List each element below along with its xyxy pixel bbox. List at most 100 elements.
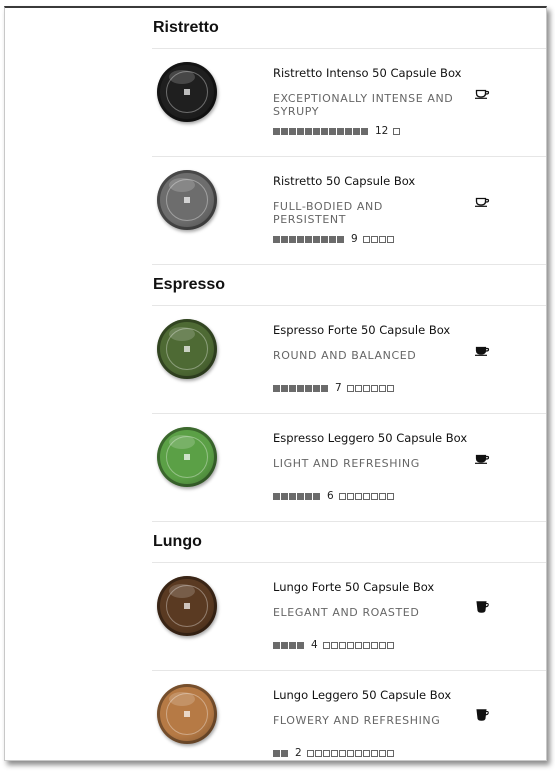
product-row[interactable]: Ristretto 50 Capsule Box FULL-BODIED AND… [152,157,546,265]
product-name[interactable]: Espresso Leggero 50 Capsule Box [273,431,467,445]
capsule-image[interactable] [157,576,217,636]
intensity-bars [273,235,344,243]
intensity-empty-box [362,235,370,243]
product-row[interactable]: Espresso Forte 50 Capsule Box ROUND AND … [152,306,546,414]
intensity-bars [273,492,320,500]
capsule-image[interactable] [157,319,217,379]
intensity-empty-box [370,641,378,649]
espresso-cup-icon [475,197,490,207]
intensity-empty-box [346,492,354,500]
intensity-empty-box [354,384,362,392]
intensity-empty-box [378,235,386,243]
capsule-image[interactable] [157,62,217,122]
intensity-empty-box [386,235,394,243]
intensity-bar [297,235,304,243]
product-list-window: Ristretto Ristretto Intenso 50 Capsule B… [4,6,547,761]
product-name[interactable]: Ristretto 50 Capsule Box [273,174,415,188]
intensity-bars [273,749,288,757]
intensity-bar [281,492,288,500]
product-description: FULL-BODIED AND PERSISTENT [273,200,383,226]
intensity-scale: 4 [273,639,394,651]
intensity-empty-box [378,641,386,649]
intensity-empty-boxes [338,492,394,500]
intensity-bar [305,127,312,135]
intensity-scale: 12 [273,125,401,137]
intensity-empty-box [346,641,354,649]
section-title-lungo: Lungo [152,522,546,563]
intensity-bar [305,384,312,392]
intensity-bar [273,492,280,500]
intensity-empty-box [378,749,386,757]
intensity-scale: 7 [273,382,394,394]
intensity-empty-box [330,749,338,757]
intensity-bar [313,127,320,135]
product-name[interactable]: Lungo Forte 50 Capsule Box [273,580,434,594]
intensity-bar [273,641,280,649]
intensity-bar [321,127,328,135]
product-row[interactable]: Espresso Leggero 50 Capsule Box LIGHT AN… [152,414,546,522]
intensity-empty-box [354,641,362,649]
intensity-bar [273,235,280,243]
intensity-number: 12 [375,125,389,137]
product-row[interactable]: Lungo Leggero 50 Capsule Box FLOWERY AND… [152,671,546,778]
intensity-bar [345,127,352,135]
product-description: ELEGANT AND ROASTED [273,606,420,619]
intensity-empty-box [306,749,314,757]
intensity-empty-box [362,492,370,500]
product-name[interactable]: Ristretto Intenso 50 Capsule Box [273,66,461,80]
intensity-bar [305,492,312,500]
intensity-bar [353,127,360,135]
intensity-bar [337,127,344,135]
intensity-bar [289,384,296,392]
intensity-bar [289,127,296,135]
intensity-empty-box [362,749,370,757]
intensity-bar [305,235,312,243]
intensity-empty-box [338,492,346,500]
intensity-number: 7 [335,382,342,394]
intensity-bar [281,127,288,135]
intensity-bar [313,384,320,392]
product-description: LIGHT AND REFRESHING [273,457,420,470]
intensity-bar [289,492,296,500]
product-row[interactable]: Ristretto Intenso 50 Capsule Box EXCEPTI… [152,49,546,157]
intensity-bar [281,235,288,243]
intensity-bar [297,492,304,500]
capsule-image[interactable] [157,684,217,744]
intensity-bar [361,127,368,135]
intensity-empty-box [362,641,370,649]
intensity-bar [297,127,304,135]
intensity-scale: 6 [273,490,394,502]
capsule-image[interactable] [157,170,217,230]
intensity-empty-box [370,749,378,757]
product-list: Ristretto Ristretto Intenso 50 Capsule B… [152,8,546,778]
intensity-bar [313,492,320,500]
intensity-number: 9 [351,233,358,245]
intensity-bar [273,127,280,135]
intensity-empty-boxes [362,235,394,243]
capsule-image[interactable] [157,427,217,487]
intensity-number: 2 [295,747,302,759]
product-description: EXCEPTIONALLY INTENSE AND SYRUPY [273,92,454,118]
intensity-bar [337,235,344,243]
intensity-empty-box [393,127,401,135]
intensity-bars [273,384,328,392]
product-name[interactable]: Espresso Forte 50 Capsule Box [273,323,450,337]
intensity-bar [289,641,296,649]
intensity-empty-box [378,492,386,500]
espresso-cup-filled-icon [475,346,490,356]
intensity-empty-box [354,749,362,757]
section-title-espresso: Espresso [152,265,546,306]
intensity-bars [273,127,368,135]
intensity-empty-boxes [393,127,401,135]
product-name[interactable]: Lungo Leggero 50 Capsule Box [273,688,451,702]
product-description: FLOWERY AND REFRESHING [273,714,441,727]
intensity-empty-box [370,492,378,500]
intensity-empty-box [322,749,330,757]
product-row[interactable]: Lungo Forte 50 Capsule Box ELEGANT AND R… [152,563,546,671]
intensity-empty-box [370,384,378,392]
intensity-bar [321,235,328,243]
intensity-bar [329,235,336,243]
espresso-cup-filled-icon [475,454,490,464]
intensity-empty-box [314,749,322,757]
section-title-ristretto: Ristretto [152,8,546,49]
